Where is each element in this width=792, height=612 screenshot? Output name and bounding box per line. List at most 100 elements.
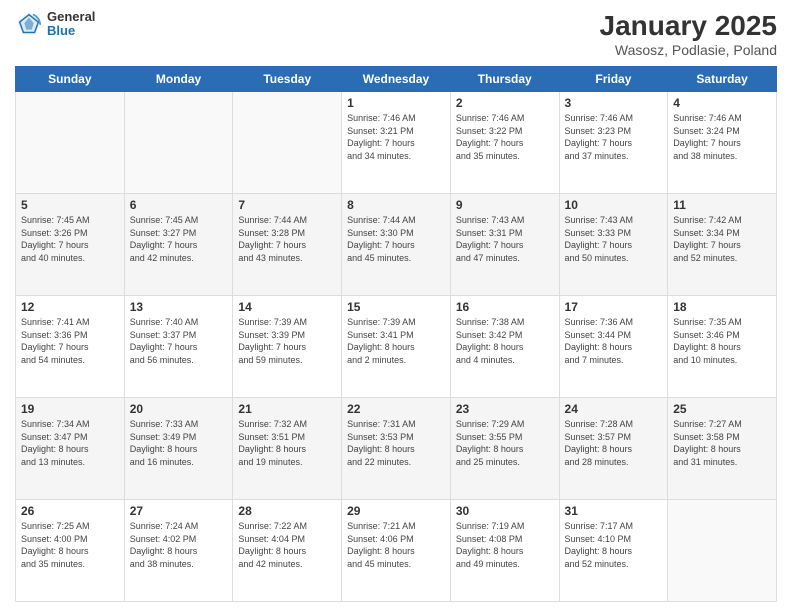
calendar-day-cell: 13 Sunrise: 7:40 AM Sunset: 3:37 PM Dayli… <box>124 296 233 398</box>
day-number: 10 <box>565 198 663 212</box>
day-info: Sunrise: 7:46 AM Sunset: 3:21 PM Dayligh… <box>347 112 445 162</box>
calendar-day-cell <box>233 92 342 194</box>
logo-blue-text: Blue <box>47 24 95 38</box>
weekday-header-thursday: Thursday <box>450 67 559 92</box>
day-info: Sunrise: 7:39 AM Sunset: 3:41 PM Dayligh… <box>347 316 445 366</box>
logo-general-text: General <box>47 10 95 24</box>
day-number: 24 <box>565 402 663 416</box>
logo: General Blue <box>15 10 95 39</box>
title-area: January 2025 Wasosz, Podlasie, Poland <box>600 10 777 58</box>
calendar-day-cell <box>16 92 125 194</box>
calendar-week-row: 1 Sunrise: 7:46 AM Sunset: 3:21 PM Daylig… <box>16 92 777 194</box>
calendar-day-cell: 12Sunrise: 7:41 AM Sunset: 3:36 PM Dayli… <box>16 296 125 398</box>
calendar-day-cell: 15 Sunrise: 7:39 AM Sunset: 3:41 PM Dayli… <box>342 296 451 398</box>
calendar-day-cell: 2Sunrise: 7:46 AM Sunset: 3:22 PM Daylig… <box>450 92 559 194</box>
day-number: 20 <box>130 402 228 416</box>
day-info: Sunrise: 7:27 AM Sunset: 3:58 PM Dayligh… <box>673 418 771 468</box>
calendar-day-cell: 23 Sunrise: 7:29 AM Sunset: 3:55 PM Dayli… <box>450 398 559 500</box>
day-info: Sunrise: 7:21 AM Sunset: 4:06 PM Dayligh… <box>347 520 445 570</box>
calendar-day-cell: 18Sunrise: 7:35 AM Sunset: 3:46 PM Dayli… <box>668 296 777 398</box>
day-number: 5 <box>21 198 119 212</box>
day-number: 22 <box>347 402 445 416</box>
calendar-week-row: 26Sunrise: 7:25 AM Sunset: 4:00 PM Dayli… <box>16 500 777 602</box>
day-number: 19 <box>21 402 119 416</box>
weekday-header-saturday: Saturday <box>668 67 777 92</box>
calendar-day-cell: 8 Sunrise: 7:44 AM Sunset: 3:30 PM Daylig… <box>342 194 451 296</box>
day-number: 16 <box>456 300 554 314</box>
day-number: 28 <box>238 504 336 518</box>
day-info: Sunrise: 7:43 AM Sunset: 3:31 PM Dayligh… <box>456 214 554 264</box>
day-number: 23 <box>456 402 554 416</box>
day-number: 25 <box>673 402 771 416</box>
calendar-day-cell: 29 Sunrise: 7:21 AM Sunset: 4:06 PM Dayli… <box>342 500 451 602</box>
day-info: Sunrise: 7:17 AM Sunset: 4:10 PM Dayligh… <box>565 520 663 570</box>
calendar-week-row: 12Sunrise: 7:41 AM Sunset: 3:36 PM Dayli… <box>16 296 777 398</box>
day-number: 3 <box>565 96 663 110</box>
day-number: 1 <box>347 96 445 110</box>
calendar-day-cell: 5 Sunrise: 7:45 AM Sunset: 3:26 PM Daylig… <box>16 194 125 296</box>
day-info: Sunrise: 7:42 AM Sunset: 3:34 PM Dayligh… <box>673 214 771 264</box>
day-number: 29 <box>347 504 445 518</box>
day-info: Sunrise: 7:34 AM Sunset: 3:47 PM Dayligh… <box>21 418 119 468</box>
page: General Blue January 2025 Wasosz, Podlas… <box>0 0 792 612</box>
calendar-day-cell: 27 Sunrise: 7:24 AM Sunset: 4:02 PM Dayli… <box>124 500 233 602</box>
day-info: Sunrise: 7:45 AM Sunset: 3:26 PM Dayligh… <box>21 214 119 264</box>
calendar-day-cell: 9 Sunrise: 7:43 AM Sunset: 3:31 PM Daylig… <box>450 194 559 296</box>
logo-text: General Blue <box>47 10 95 39</box>
day-number: 27 <box>130 504 228 518</box>
day-number: 11 <box>673 198 771 212</box>
calendar-day-cell: 17Sunrise: 7:36 AM Sunset: 3:44 PM Dayli… <box>559 296 668 398</box>
calendar-day-cell: 11 Sunrise: 7:42 AM Sunset: 3:34 PM Dayli… <box>668 194 777 296</box>
day-info: Sunrise: 7:24 AM Sunset: 4:02 PM Dayligh… <box>130 520 228 570</box>
day-info: Sunrise: 7:40 AM Sunset: 3:37 PM Dayligh… <box>130 316 228 366</box>
day-info: Sunrise: 7:25 AM Sunset: 4:00 PM Dayligh… <box>21 520 119 570</box>
calendar-day-cell: 16 Sunrise: 7:38 AM Sunset: 3:42 PM Dayli… <box>450 296 559 398</box>
day-info: Sunrise: 7:46 AM Sunset: 3:24 PM Dayligh… <box>673 112 771 162</box>
calendar-day-cell: 31Sunrise: 7:17 AM Sunset: 4:10 PM Dayli… <box>559 500 668 602</box>
day-info: Sunrise: 7:44 AM Sunset: 3:30 PM Dayligh… <box>347 214 445 264</box>
weekday-header-friday: Friday <box>559 67 668 92</box>
header: General Blue January 2025 Wasosz, Podlas… <box>15 10 777 58</box>
calendar-day-cell: 14 Sunrise: 7:39 AM Sunset: 3:39 PM Dayli… <box>233 296 342 398</box>
day-number: 21 <box>238 402 336 416</box>
calendar-day-cell: 20 Sunrise: 7:33 AM Sunset: 3:49 PM Dayli… <box>124 398 233 500</box>
day-number: 14 <box>238 300 336 314</box>
day-number: 15 <box>347 300 445 314</box>
day-number: 2 <box>456 96 554 110</box>
weekday-header-tuesday: Tuesday <box>233 67 342 92</box>
day-info: Sunrise: 7:29 AM Sunset: 3:55 PM Dayligh… <box>456 418 554 468</box>
weekday-header-sunday: Sunday <box>16 67 125 92</box>
day-info: Sunrise: 7:19 AM Sunset: 4:08 PM Dayligh… <box>456 520 554 570</box>
day-number: 18 <box>673 300 771 314</box>
day-info: Sunrise: 7:39 AM Sunset: 3:39 PM Dayligh… <box>238 316 336 366</box>
calendar-day-cell: 6Sunrise: 7:45 AM Sunset: 3:27 PM Daylig… <box>124 194 233 296</box>
calendar-table: SundayMondayTuesdayWednesdayThursdayFrid… <box>15 66 777 602</box>
calendar-day-cell: 3 Sunrise: 7:46 AM Sunset: 3:23 PM Daylig… <box>559 92 668 194</box>
calendar-day-cell: 22 Sunrise: 7:31 AM Sunset: 3:53 PM Dayli… <box>342 398 451 500</box>
logo-icon <box>15 10 43 38</box>
calendar-day-cell: 26Sunrise: 7:25 AM Sunset: 4:00 PM Dayli… <box>16 500 125 602</box>
calendar-day-cell: 28 Sunrise: 7:22 AM Sunset: 4:04 PM Dayli… <box>233 500 342 602</box>
day-number: 6 <box>130 198 228 212</box>
day-info: Sunrise: 7:22 AM Sunset: 4:04 PM Dayligh… <box>238 520 336 570</box>
day-info: Sunrise: 7:31 AM Sunset: 3:53 PM Dayligh… <box>347 418 445 468</box>
calendar-day-cell: 7Sunrise: 7:44 AM Sunset: 3:28 PM Daylig… <box>233 194 342 296</box>
day-number: 30 <box>456 504 554 518</box>
day-info: Sunrise: 7:33 AM Sunset: 3:49 PM Dayligh… <box>130 418 228 468</box>
day-number: 17 <box>565 300 663 314</box>
calendar-day-cell <box>668 500 777 602</box>
day-number: 13 <box>130 300 228 314</box>
calendar-day-cell <box>124 92 233 194</box>
calendar-day-cell: 30 Sunrise: 7:19 AM Sunset: 4:08 PM Dayli… <box>450 500 559 602</box>
subtitle: Wasosz, Podlasie, Poland <box>600 42 777 58</box>
weekday-header-monday: Monday <box>124 67 233 92</box>
calendar-day-cell: 24Sunrise: 7:28 AM Sunset: 3:57 PM Dayli… <box>559 398 668 500</box>
day-number: 8 <box>347 198 445 212</box>
day-info: Sunrise: 7:32 AM Sunset: 3:51 PM Dayligh… <box>238 418 336 468</box>
day-info: Sunrise: 7:44 AM Sunset: 3:28 PM Dayligh… <box>238 214 336 264</box>
day-number: 9 <box>456 198 554 212</box>
calendar-day-cell: 4Sunrise: 7:46 AM Sunset: 3:24 PM Daylig… <box>668 92 777 194</box>
day-info: Sunrise: 7:46 AM Sunset: 3:23 PM Dayligh… <box>565 112 663 162</box>
day-info: Sunrise: 7:38 AM Sunset: 3:42 PM Dayligh… <box>456 316 554 366</box>
calendar-day-cell: 25 Sunrise: 7:27 AM Sunset: 3:58 PM Dayli… <box>668 398 777 500</box>
